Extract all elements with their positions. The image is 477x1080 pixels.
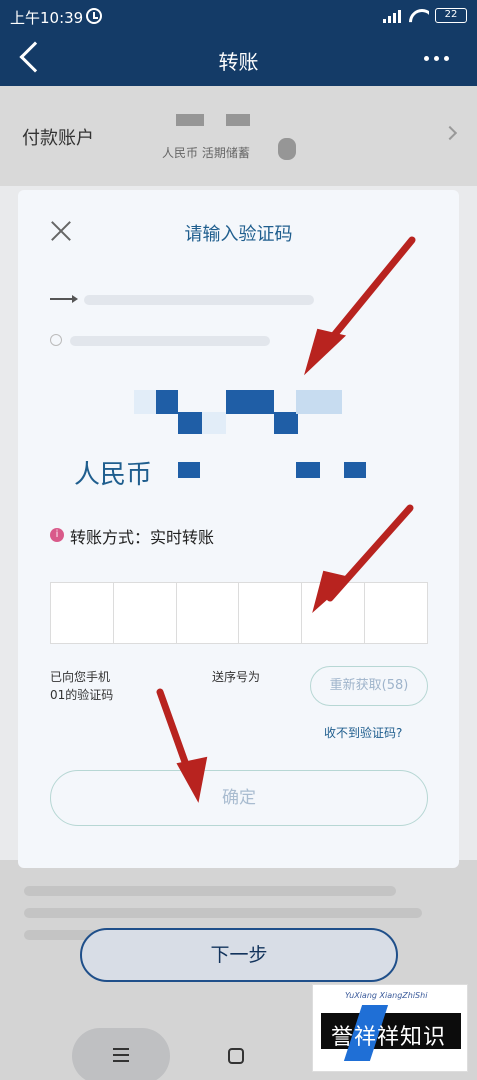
status-time: 上午10:39 (10, 9, 84, 27)
no-code-link[interactable]: 收不到验证码? (324, 724, 402, 741)
watermark-text: 誉祥祥知识 (331, 1025, 447, 1050)
code-digit-box[interactable] (302, 583, 366, 643)
masked-account (176, 114, 204, 126)
watermark-logo: YuXiang XiangZhiShi 誉祥祥知识 (312, 984, 468, 1072)
code-digit-box[interactable] (365, 583, 427, 643)
payer-account-row[interactable]: 付款账户 人民币 活期储蓄 (0, 86, 477, 186)
battery-icon: 22 (435, 8, 467, 23)
confirm-button[interactable]: 确定 (50, 770, 428, 826)
code-digit-box[interactable] (114, 583, 177, 643)
verification-dialog: 请输入验证码 人民币 i 转账方式：实时转账 已向您手机 送序号为 01的验证码… (18, 190, 459, 868)
currency-label: 人民币 (74, 460, 153, 490)
sms-notice-part3: 01的验证码 (50, 688, 114, 702)
page-title: 转账 (218, 50, 259, 74)
status-icons: 22 (383, 8, 467, 23)
wifi-icon (409, 9, 429, 23)
bank-icon (50, 334, 62, 346)
watermark-latin: YuXiang XiangZhiShi (345, 991, 428, 1000)
verification-code-input[interactable] (50, 582, 428, 644)
payer-account-type: 人民币 活期储蓄 (162, 146, 250, 160)
more-icon[interactable] (424, 56, 449, 61)
masked-account (226, 114, 250, 126)
transfer-method: 转账方式：实时转账 (70, 528, 215, 547)
sms-notice-part1: 已向您手机 (50, 670, 111, 684)
info-icon: i (50, 528, 64, 542)
next-step-button[interactable]: 下一步 (80, 928, 398, 982)
code-digit-box[interactable] (239, 583, 303, 643)
masked-bank (70, 336, 270, 346)
chevron-right-icon (442, 125, 458, 141)
payer-account-label: 付款账户 (22, 128, 94, 149)
menu-icon (113, 1048, 129, 1062)
payee-arrow-icon (50, 295, 78, 303)
signal-icon (383, 9, 403, 23)
masked-balance (278, 138, 296, 160)
status-bar: 上午10:39 22 (0, 0, 477, 32)
resend-code-button[interactable]: 重新获取(58) (310, 666, 428, 706)
home-icon[interactable] (228, 1048, 244, 1064)
sms-notice-part2: 送序号为 (212, 670, 261, 684)
code-digit-box[interactable] (177, 583, 240, 643)
nav-menu-button[interactable] (72, 1028, 170, 1080)
app-bar: 转账 (0, 32, 477, 86)
code-digit-box[interactable] (51, 583, 114, 643)
alarm-icon (86, 8, 102, 24)
dialog-title: 请输入验证码 (184, 224, 293, 245)
masked-payee (84, 295, 314, 305)
